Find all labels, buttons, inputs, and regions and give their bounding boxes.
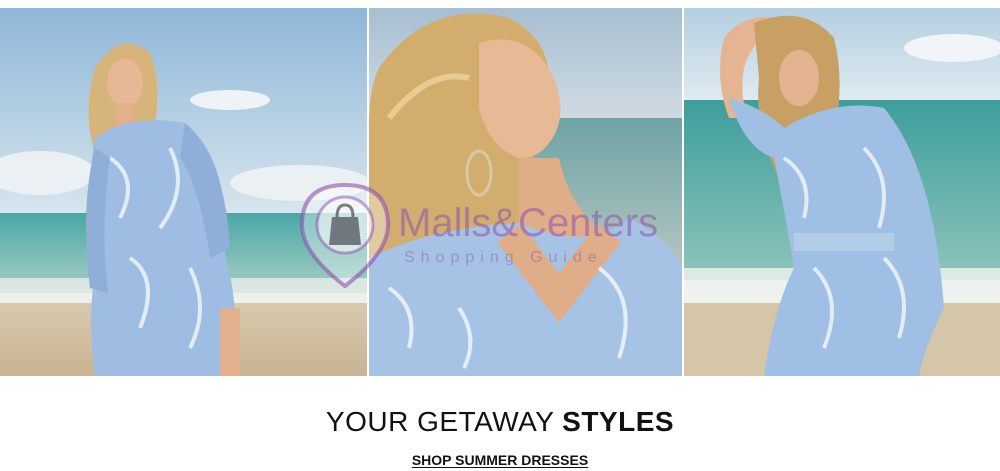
- headline-bold-text: STYLES: [562, 406, 675, 437]
- shop-summer-dresses-link[interactable]: SHOP SUMMER DRESSES: [412, 452, 588, 468]
- hero-banner[interactable]: [0, 8, 1000, 376]
- beach-dress-photo: [0, 8, 367, 376]
- hero-image-beach-pose[interactable]: [684, 8, 1000, 376]
- cta-container: SHOP SUMMER DRESSES: [0, 452, 1000, 470]
- beach-pose-photo: [684, 8, 1000, 376]
- hero-image-beach-dress[interactable]: [0, 8, 367, 376]
- hero-image-portrait[interactable]: [369, 8, 682, 376]
- promo-headline: YOUR GETAWAY STYLES: [0, 406, 1000, 438]
- portrait-photo: [369, 8, 682, 376]
- headline-light-text: YOUR GETAWAY: [325, 406, 563, 437]
